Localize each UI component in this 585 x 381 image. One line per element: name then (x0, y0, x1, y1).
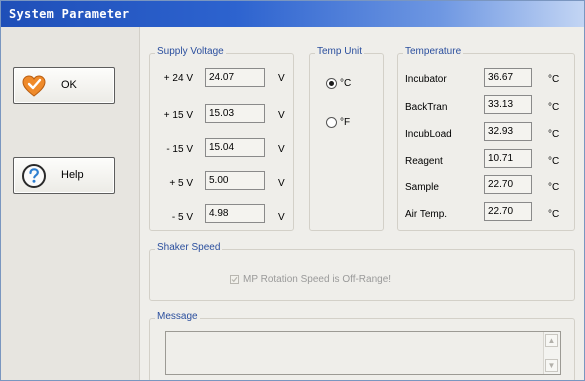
voltage-unit: V (278, 178, 285, 189)
voltage-label: + 24 V (163, 73, 193, 84)
temperature-unit: °C (548, 156, 560, 167)
temperature-unit: °C (548, 129, 560, 140)
temperature-value-field: 22.70 (484, 175, 532, 194)
message-group: Message ▲ ▼ (149, 311, 575, 380)
message-textbox[interactable]: ▲ ▼ (165, 331, 561, 375)
temperature-title: Temperature (403, 46, 464, 57)
temperature-value-field: 33.13 (484, 95, 532, 114)
heart-check-icon (22, 75, 46, 97)
temperature-label: Reagent (405, 156, 443, 167)
voltage-unit: V (278, 110, 285, 121)
temperature-label: BackTran (405, 102, 448, 113)
voltage-unit: V (278, 73, 285, 84)
shaker-speed-checkbox[interactable] (230, 275, 239, 284)
message-scrollbar[interactable]: ▲ ▼ (543, 332, 560, 374)
temp-unit-title: Temp Unit (315, 46, 365, 57)
temperature-unit: °C (548, 74, 560, 85)
voltage-value-field: 15.04 (205, 138, 265, 157)
help-button[interactable]: Help (13, 157, 115, 194)
celsius-radio-label: °C (340, 78, 352, 89)
temperature-label: Sample (405, 182, 439, 193)
temperature-label: Incubator (405, 74, 447, 85)
voltage-unit: V (278, 144, 285, 155)
help-button-label: Help (61, 169, 84, 181)
checkmark-icon (231, 276, 238, 283)
voltage-unit: V (278, 212, 285, 223)
voltage-value-field: 5.00 (205, 171, 265, 190)
voltage-label: + 5 V (169, 178, 193, 189)
window-title: System Parameter (9, 7, 130, 21)
shaker-speed-title: Shaker Speed (155, 242, 223, 253)
ok-button-label: OK (61, 79, 77, 91)
voltage-label: - 15 V (166, 144, 193, 155)
temp-unit-group: Temp Unit °C °F (309, 46, 384, 231)
supply-voltage-group: Supply Voltage + 24 V 24.07 V + 15 V 15.… (149, 46, 294, 231)
temperature-unit: °C (548, 102, 560, 113)
voltage-value-field: 4.98 (205, 204, 265, 223)
question-circle-icon (22, 164, 46, 188)
fahrenheit-radio-label: °F (340, 117, 351, 128)
temperature-label: Air Temp. (405, 209, 448, 220)
scroll-down-icon[interactable]: ▼ (545, 359, 558, 372)
temperature-value-field: 36.67 (484, 68, 532, 87)
message-title: Message (155, 311, 200, 322)
temperature-label: IncubLoad (405, 129, 452, 140)
scroll-up-icon[interactable]: ▲ (545, 334, 558, 347)
button-panel: OK Help (1, 27, 140, 380)
voltage-label: - 5 V (171, 212, 193, 223)
temperature-value-field: 22.70 (484, 202, 532, 221)
temperature-value-field: 32.93 (484, 122, 532, 141)
temperature-unit: °C (548, 209, 560, 220)
ok-button[interactable]: OK (13, 67, 115, 104)
title-bar: System Parameter (1, 1, 584, 27)
voltage-value-field: 24.07 (205, 68, 265, 87)
celsius-radio[interactable] (326, 78, 337, 89)
voltage-label: + 15 V (163, 110, 193, 121)
supply-voltage-title: Supply Voltage (155, 46, 226, 57)
temperature-value-field: 10.71 (484, 149, 532, 168)
system-parameter-dialog: System Parameter OK Help Supply Voltage … (0, 0, 585, 381)
fahrenheit-radio[interactable] (326, 117, 337, 128)
voltage-value-field: 15.03 (205, 104, 265, 123)
shaker-speed-group: Shaker Speed MP Rotation Speed is Off-Ra… (149, 242, 575, 301)
shaker-speed-status-label: MP Rotation Speed is Off-Range! (243, 274, 392, 285)
temperature-unit: °C (548, 182, 560, 193)
temperature-group: Temperature Incubator 36.67 °C BackTran … (397, 46, 575, 231)
